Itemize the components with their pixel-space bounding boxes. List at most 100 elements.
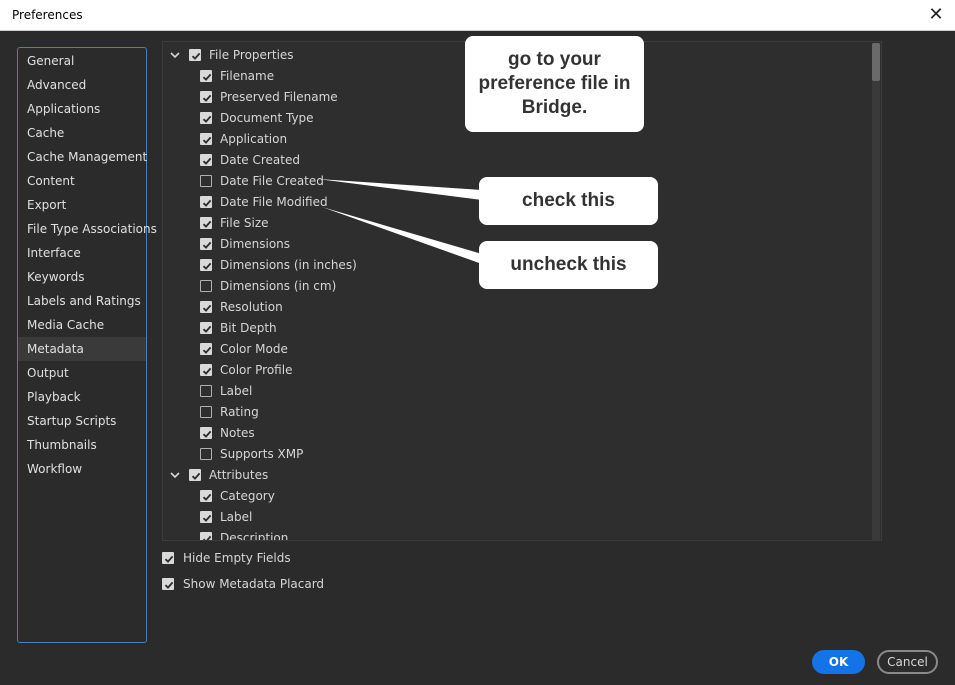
metadata-field-checkbox[interactable] [200, 195, 212, 208]
metadata-field-label: Supports XMP [220, 446, 304, 461]
metadata-field-row[interactable]: Date Created [200, 149, 300, 170]
metadata-field-checkbox[interactable] [200, 69, 212, 82]
metadata-field-checkbox[interactable] [200, 216, 212, 229]
metadata-field-row[interactable]: Rating [200, 401, 259, 422]
group-label: File Properties [209, 47, 294, 62]
hide-empty-fields-option[interactable]: Hide Empty Fields [162, 548, 291, 568]
sidebar-item-general[interactable]: General [18, 49, 146, 73]
metadata-field-label: Notes [220, 425, 255, 440]
metadata-field-label: Description [220, 530, 289, 541]
window-title: Preferences [12, 8, 83, 22]
sidebar-item-output[interactable]: Output [18, 361, 146, 385]
annotation-callout-uncheck: uncheck this [479, 241, 658, 289]
metadata-field-checkbox[interactable] [200, 384, 212, 397]
sidebar-item-labels-and-ratings[interactable]: Labels and Ratings [18, 289, 146, 313]
metadata-field-label: Filename [220, 68, 275, 83]
metadata-field-checkbox[interactable] [200, 510, 212, 523]
metadata-field-label: Color Profile [220, 362, 293, 377]
metadata-field-label: Preserved Filename [220, 89, 338, 104]
metadata-field-row[interactable]: Dimensions [200, 233, 290, 254]
scrollbar-thumb[interactable] [872, 43, 880, 81]
metadata-field-row[interactable]: File Size [200, 212, 269, 233]
metadata-field-checkbox[interactable] [200, 489, 212, 502]
chevron-down-icon[interactable] [169, 469, 181, 481]
sidebar-item-keywords[interactable]: Keywords [18, 265, 146, 289]
metadata-field-row[interactable]: Application [200, 128, 287, 149]
hide-empty-fields-checkbox[interactable] [162, 552, 174, 564]
metadata-field-label: File Size [220, 215, 269, 230]
metadata-field-checkbox[interactable] [200, 321, 212, 334]
metadata-field-row[interactable]: Supports XMP [200, 443, 303, 464]
sidebar-item-cache-management[interactable]: Cache Management [18, 145, 147, 169]
sidebar-item-content[interactable]: Content [18, 169, 146, 193]
sidebar-item-cache[interactable]: Cache [18, 121, 146, 145]
metadata-field-checkbox[interactable] [200, 405, 212, 418]
metadata-field-row[interactable]: Preserved Filename [200, 86, 338, 107]
sidebar-item-media-cache[interactable]: Media Cache [18, 313, 146, 337]
metadata-field-label: Category [220, 488, 275, 503]
sidebar-item-workflow[interactable]: Workflow [18, 457, 146, 481]
metadata-field-label: Dimensions (in cm) [220, 278, 337, 293]
group-row[interactable]: File Properties [169, 44, 294, 65]
metadata-field-checkbox[interactable] [200, 174, 212, 187]
metadata-field-row[interactable]: Dimensions (in cm) [200, 275, 336, 296]
metadata-field-label: Date Created [220, 152, 300, 167]
sidebar-item-thumbnails[interactable]: Thumbnails [18, 433, 146, 457]
metadata-field-row[interactable]: Dimensions (in inches) [200, 254, 357, 275]
metadata-field-checkbox[interactable] [200, 300, 212, 313]
hide-empty-fields-label: Hide Empty Fields [183, 551, 291, 565]
metadata-field-checkbox[interactable] [200, 90, 212, 103]
metadata-field-row[interactable]: Document Type [200, 107, 314, 128]
annotation-callout-check: check this [479, 177, 658, 225]
metadata-field-label: Label [220, 383, 253, 398]
metadata-field-checkbox[interactable] [200, 531, 212, 540]
metadata-field-row[interactable]: Date File Created [200, 170, 324, 191]
group-row[interactable]: Attributes [169, 464, 268, 485]
metadata-field-checkbox[interactable] [200, 237, 212, 250]
show-metadata-placard-option[interactable]: Show Metadata Placard [162, 574, 324, 594]
show-metadata-placard-checkbox[interactable] [162, 578, 174, 590]
group-checkbox[interactable] [189, 468, 201, 481]
metadata-field-checkbox[interactable] [200, 279, 212, 292]
sidebar-item-interface[interactable]: Interface [18, 241, 146, 265]
group-checkbox[interactable] [189, 48, 201, 61]
metadata-field-checkbox[interactable] [200, 363, 212, 376]
metadata-field-checkbox[interactable] [200, 132, 212, 145]
sidebar-item-startup-scripts[interactable]: Startup Scripts [18, 409, 146, 433]
metadata-field-row[interactable]: Color Profile [200, 359, 292, 380]
metadata-field-checkbox[interactable] [200, 426, 212, 439]
metadata-field-label: Color Mode [220, 341, 288, 356]
title-bar: Preferences ✕ [0, 0, 955, 31]
metadata-field-checkbox[interactable] [200, 258, 212, 271]
sidebar-item-export[interactable]: Export [18, 193, 146, 217]
metadata-field-row[interactable]: Category [200, 485, 275, 506]
cancel-button[interactable]: Cancel [877, 650, 938, 674]
sidebar-item-playback[interactable]: Playback [18, 385, 146, 409]
panel-scrollbar[interactable] [872, 43, 880, 540]
metadata-field-row[interactable]: Filename [200, 65, 274, 86]
metadata-field-checkbox[interactable] [200, 342, 212, 355]
metadata-field-row[interactable]: Label [200, 380, 252, 401]
metadata-field-label: Application [220, 131, 288, 146]
close-icon[interactable]: ✕ [925, 4, 947, 26]
metadata-field-row[interactable]: Date File Modified [200, 191, 328, 212]
metadata-field-row[interactable]: Resolution [200, 296, 283, 317]
metadata-field-label: Dimensions [220, 236, 291, 251]
metadata-field-row[interactable]: Description [200, 527, 289, 541]
sidebar-item-applications[interactable]: Applications [18, 97, 146, 121]
chevron-down-icon[interactable] [169, 49, 181, 61]
metadata-field-checkbox[interactable] [200, 111, 212, 124]
metadata-field-row[interactable]: Color Mode [200, 338, 288, 359]
sidebar-item-advanced[interactable]: Advanced [18, 73, 146, 97]
metadata-field-label: Dimensions (in inches) [220, 257, 357, 272]
metadata-field-row[interactable]: Bit Depth [200, 317, 277, 338]
metadata-field-row[interactable]: Notes [200, 422, 255, 443]
metadata-field-checkbox[interactable] [200, 153, 212, 166]
metadata-field-row[interactable]: Label [200, 506, 252, 527]
group-label: Attributes [209, 467, 269, 482]
annotation-callout-preference-file: go to your preference file in Bridge. [465, 36, 644, 132]
metadata-field-checkbox[interactable] [200, 447, 212, 460]
sidebar-item-metadata[interactable]: Metadata [18, 337, 146, 361]
sidebar-item-file-type-associations[interactable]: File Type Associations [18, 217, 157, 241]
ok-button[interactable]: OK [812, 650, 865, 674]
